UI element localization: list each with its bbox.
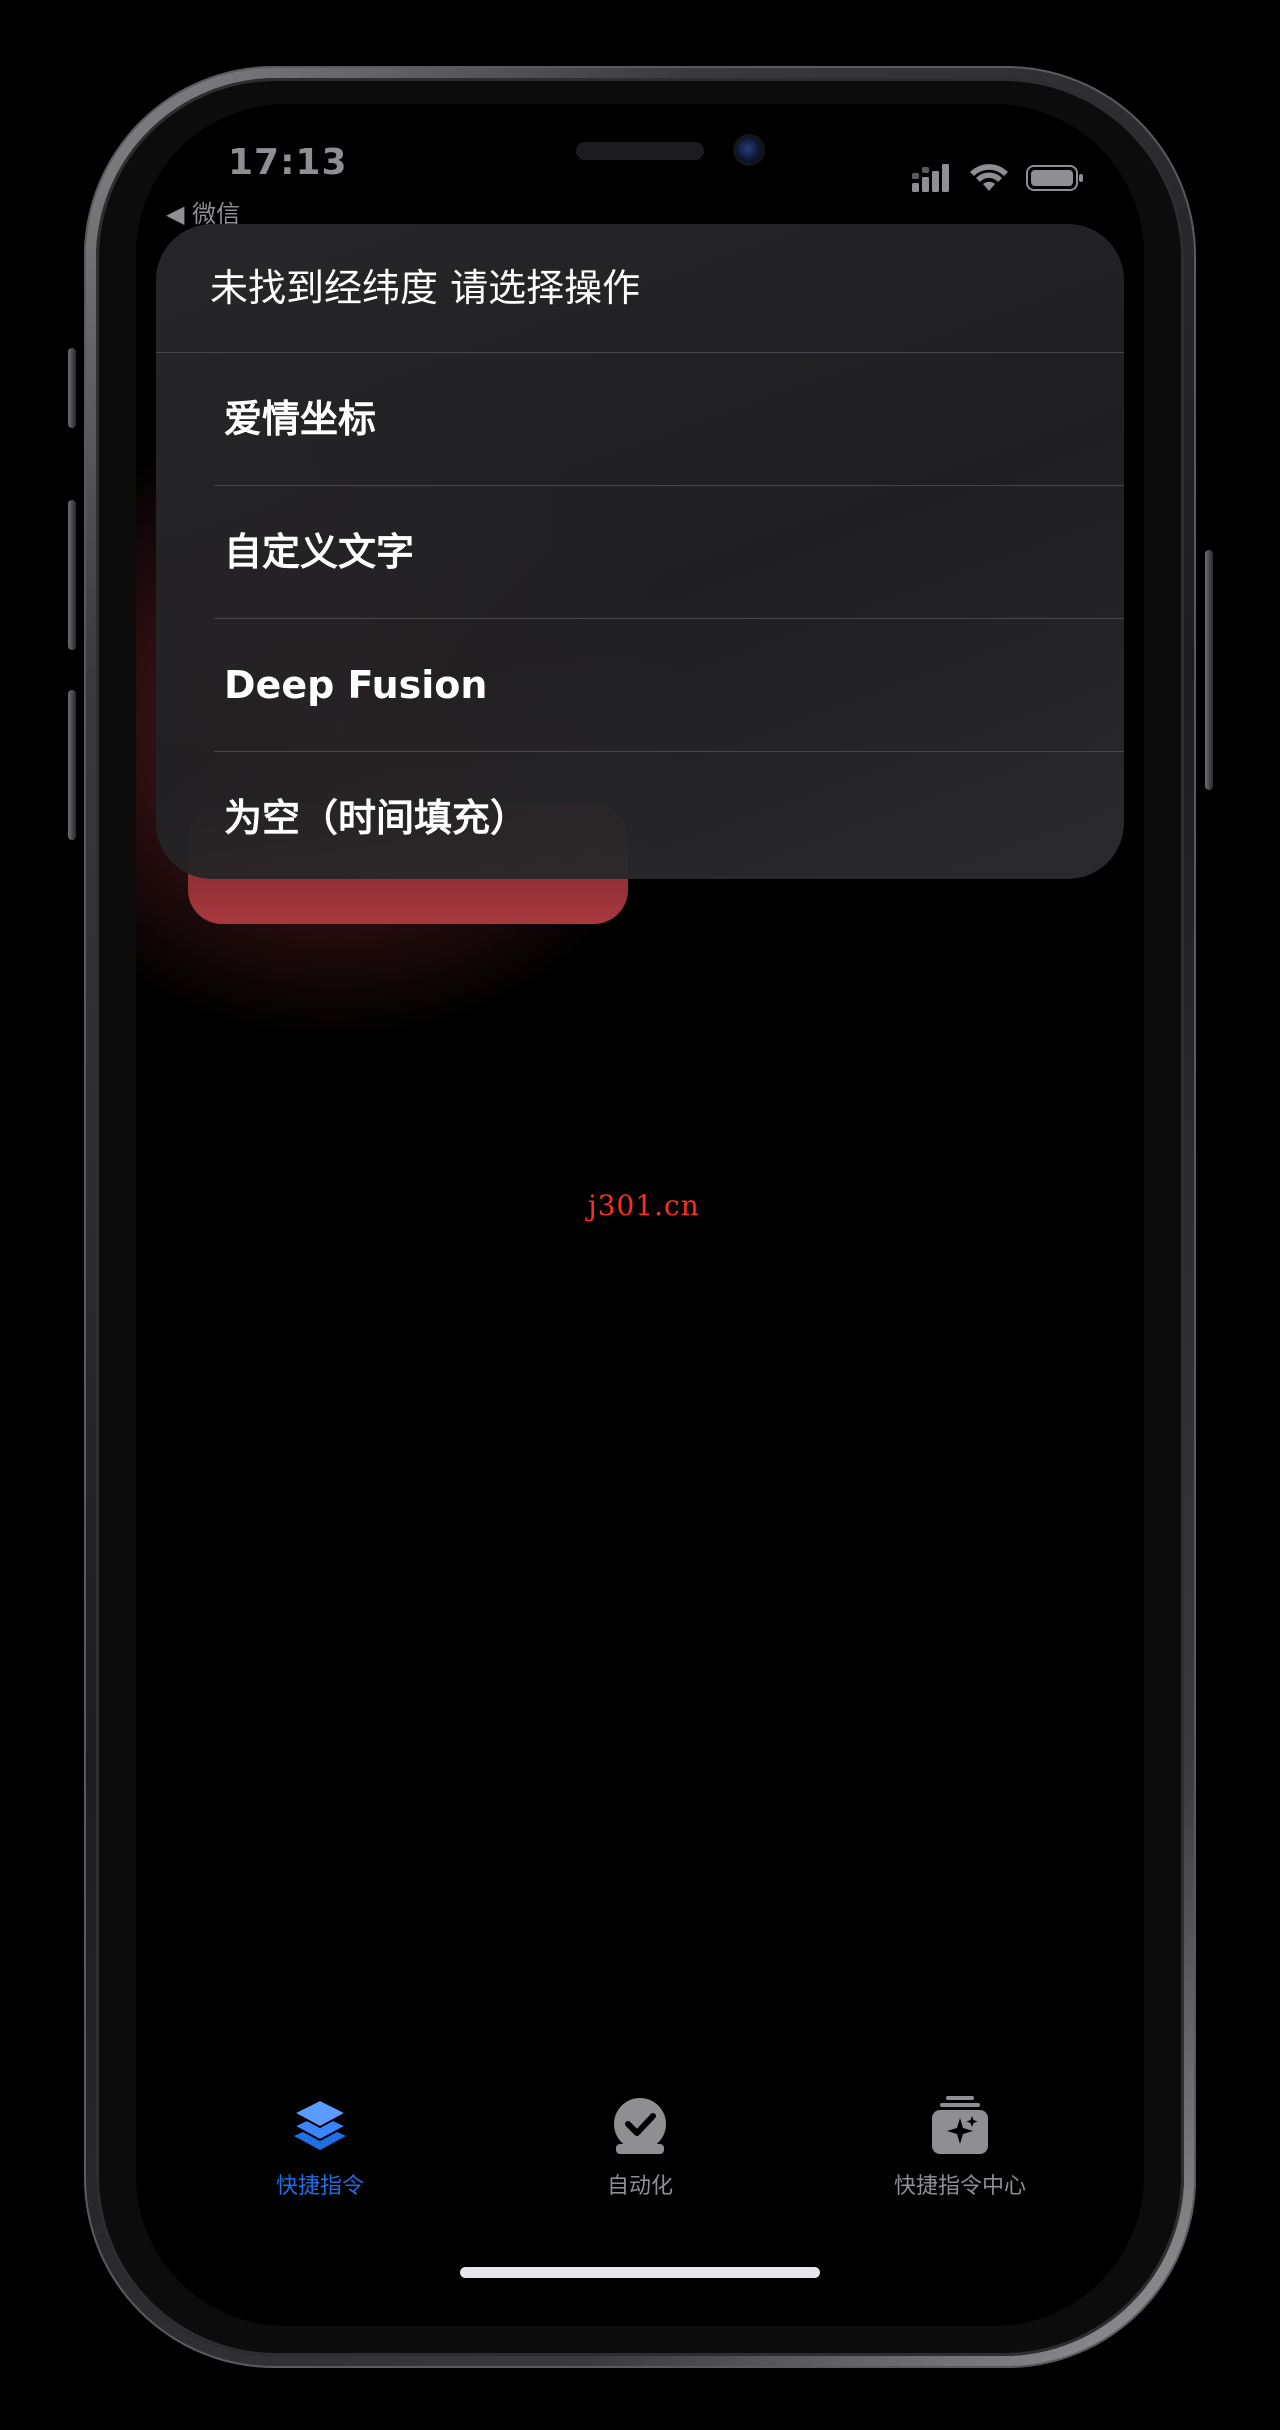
tab-gallery[interactable]: 快捷指令中心 (840, 2094, 1080, 2214)
watermark-text: j301.cn (588, 1189, 700, 1222)
option-love-coordinates[interactable]: 爱情坐标 (156, 353, 1124, 485)
tab-shortcuts[interactable]: 快捷指令 (200, 2094, 440, 2214)
tab-label: 快捷指令中心 (893, 2174, 1026, 2199)
cellular-signal-icon (912, 164, 949, 192)
wifi-icon (970, 164, 1008, 191)
earpiece-speaker (576, 142, 704, 160)
tab-label: 自动化 (606, 2174, 673, 2199)
action-sheet: 未找到经纬度 请选择操作 爱情坐标 自定义文字 Deep Fusion 为空（时… (156, 224, 1124, 879)
option-label: 爱情坐标 (224, 397, 377, 441)
home-indicator[interactable] (460, 2267, 820, 2278)
option-empty-time-fill[interactable]: 为空（时间填充） (156, 752, 1124, 879)
power-button (1205, 550, 1213, 790)
front-camera (736, 137, 762, 163)
status-icons (912, 164, 1084, 192)
option-label: 为空（时间填充） (224, 796, 529, 840)
status-time: 17:13 (228, 142, 348, 183)
action-sheet-title: 未找到经纬度 请选择操作 (210, 266, 641, 310)
device-stage: 17:13 ◀ 微信 未找到经纬度 请选择操作 爱情坐标 自定义文字 Deep … (0, 0, 1280, 2430)
tab-automation[interactable]: 自动化 (520, 2094, 760, 2214)
option-custom-text[interactable]: 自定义文字 (156, 486, 1124, 618)
battery-icon (1026, 165, 1083, 191)
option-label: Deep Fusion (224, 663, 488, 707)
option-label: 自定义文字 (224, 530, 415, 574)
option-deep-fusion[interactable]: Deep Fusion (156, 619, 1124, 751)
tab-label: 快捷指令 (275, 2174, 364, 2199)
layers-icon (291, 2098, 349, 2150)
gallery-sparkle-icon (932, 2096, 988, 2154)
clock-check-icon (614, 2098, 666, 2154)
screen: 17:13 ◀ 微信 未找到经纬度 请选择操作 爱情坐标 自定义文字 Deep … (136, 104, 1144, 2326)
silent-switch (68, 348, 76, 428)
volume-up-button (68, 500, 76, 650)
volume-down-button (68, 690, 76, 840)
